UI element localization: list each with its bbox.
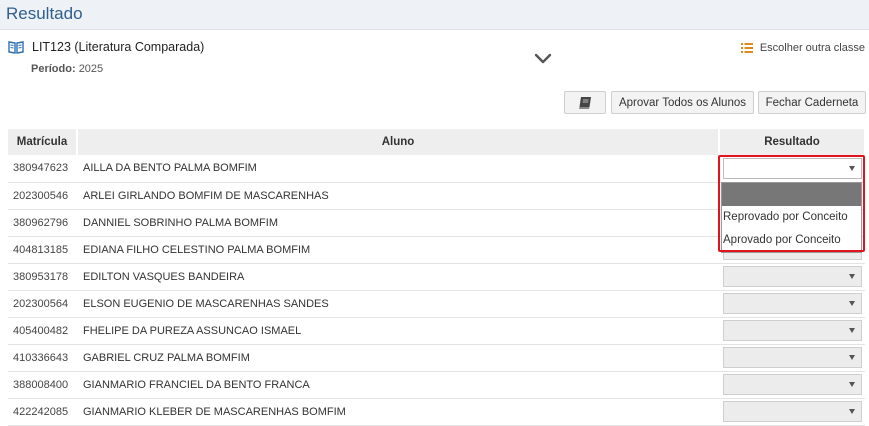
student-name-cell: EDIANA FILHO CELESTINO PALMA BOMFIM [77, 236, 719, 264]
period-label: Período: [31, 63, 76, 75]
caret-down-icon [849, 328, 855, 333]
dropdown-option-empty[interactable] [722, 183, 861, 206]
list-icon [740, 43, 753, 53]
page-title: Resultado [6, 4, 83, 23]
caret-down-icon [849, 382, 855, 387]
column-header-resultado: Resultado [719, 129, 866, 155]
matricula-cell: 202300564 [8, 290, 77, 318]
result-select[interactable] [723, 347, 862, 368]
course-name: LIT123 (Literatura Comparada) [32, 40, 205, 54]
column-header-aluno: Aluno [77, 129, 720, 155]
matricula-cell: 422242085 [8, 398, 77, 426]
page-header: Resultado [0, 0, 869, 30]
other-class-link[interactable]: Escolher outra classe [740, 42, 865, 54]
student-name-cell: FHELIPE DA PUREZA ASSUNCAO ISMAEL [77, 317, 719, 345]
other-class-label: Escolher outra classe [759, 42, 865, 54]
result-cell [719, 155, 865, 183]
table-row: 380947623 AILLA DA BENTO PALMA BOMFIM [8, 155, 865, 183]
result-cell [719, 398, 865, 426]
caret-down-icon [849, 355, 855, 360]
matricula-cell: 405400482 [8, 317, 77, 345]
result-cell [719, 371, 865, 399]
matricula-cell: 380947623 [8, 155, 77, 183]
result-cell [719, 290, 865, 318]
matricula-cell: 404813185 [8, 236, 77, 264]
matricula-cell: 380962796 [8, 209, 77, 237]
caret-down-icon [849, 409, 855, 414]
matricula-cell: 410336643 [8, 344, 77, 372]
caret-down-icon [849, 274, 855, 279]
result-select[interactable] [723, 320, 862, 341]
student-name-cell: ARLEI GIRLANDO BOMFIM DE MASCARENHAS [77, 182, 719, 210]
table-row: 388008400 GIANMARIO FRANCIEL DA BENTO FRA… [8, 371, 865, 399]
student-name-cell: GIANMARIO KLEBER DE MASCARENHAS BOMFIM [77, 398, 719, 426]
result-cell [719, 317, 865, 345]
book-icon [578, 96, 591, 109]
open-book-icon [8, 41, 24, 54]
student-name-cell: GIANMARIO FRANCIEL DA BENTO FRANCA [77, 371, 719, 399]
table-header-row: Matrícula Aluno Resultado [8, 129, 866, 155]
result-select[interactable] [723, 157, 862, 179]
matricula-cell: 380953178 [8, 263, 77, 291]
class-info: LIT123 (Literatura Comparada) Período: 2… [8, 40, 204, 75]
table-row: 405400482 FHELIPE DA PUREZA ASSUNCAO ISMA… [8, 317, 865, 345]
result-select[interactable] [723, 374, 862, 395]
results-table: Matrícula Aluno Resultado 380947623 AILLA… [8, 129, 866, 426]
matricula-cell: 202300546 [8, 182, 77, 210]
approve-all-button[interactable]: Aprovar Todos os Alunos [611, 91, 754, 114]
period-line: Período: 2025 [31, 63, 204, 75]
period-value: 2025 [78, 63, 104, 75]
caret-down-icon [849, 301, 855, 306]
student-name-cell: AILLA DA BENTO PALMA BOMFIM [77, 155, 719, 183]
student-name-cell: DANNIEL SOBRINHO PALMA BOMFIM [77, 209, 719, 237]
book-button[interactable] [564, 91, 606, 114]
column-header-matricula: Matrícula [8, 129, 78, 155]
close-book-button[interactable]: Fechar Caderneta [758, 91, 866, 114]
result-select[interactable] [723, 401, 862, 422]
result-dropdown-list: Reprovado por Conceito Aprovado por Conc… [721, 182, 862, 253]
table-row: 422242085 GIANMARIO KLEBER DE MASCARENHAS… [8, 398, 865, 426]
chevron-down-icon[interactable] [533, 52, 553, 66]
matricula-cell: 388008400 [8, 371, 77, 399]
table-row: 380953178 EDILTON VASQUES BANDEIRA [8, 263, 865, 291]
table-row: 202300564 ELSON EUGENIO DE MASCARENHAS SA… [8, 290, 865, 318]
dropdown-option-aprovado[interactable]: Aprovado por Conceito [722, 229, 861, 252]
student-name-cell: EDILTON VASQUES BANDEIRA [77, 263, 719, 291]
table-row: 410336643 GABRIEL CRUZ PALMA BOMFIM [8, 344, 865, 372]
student-name-cell: ELSON EUGENIO DE MASCARENHAS SANDES [77, 290, 719, 318]
dropdown-option-reprovado[interactable]: Reprovado por Conceito [722, 206, 861, 229]
result-cell [719, 344, 865, 372]
result-cell [719, 263, 865, 291]
student-name-cell: GABRIEL CRUZ PALMA BOMFIM [77, 344, 719, 372]
class-course-line: LIT123 (Literatura Comparada) [8, 40, 204, 54]
caret-down-icon [849, 165, 855, 171]
result-select[interactable] [723, 266, 862, 287]
result-select[interactable] [723, 293, 862, 314]
